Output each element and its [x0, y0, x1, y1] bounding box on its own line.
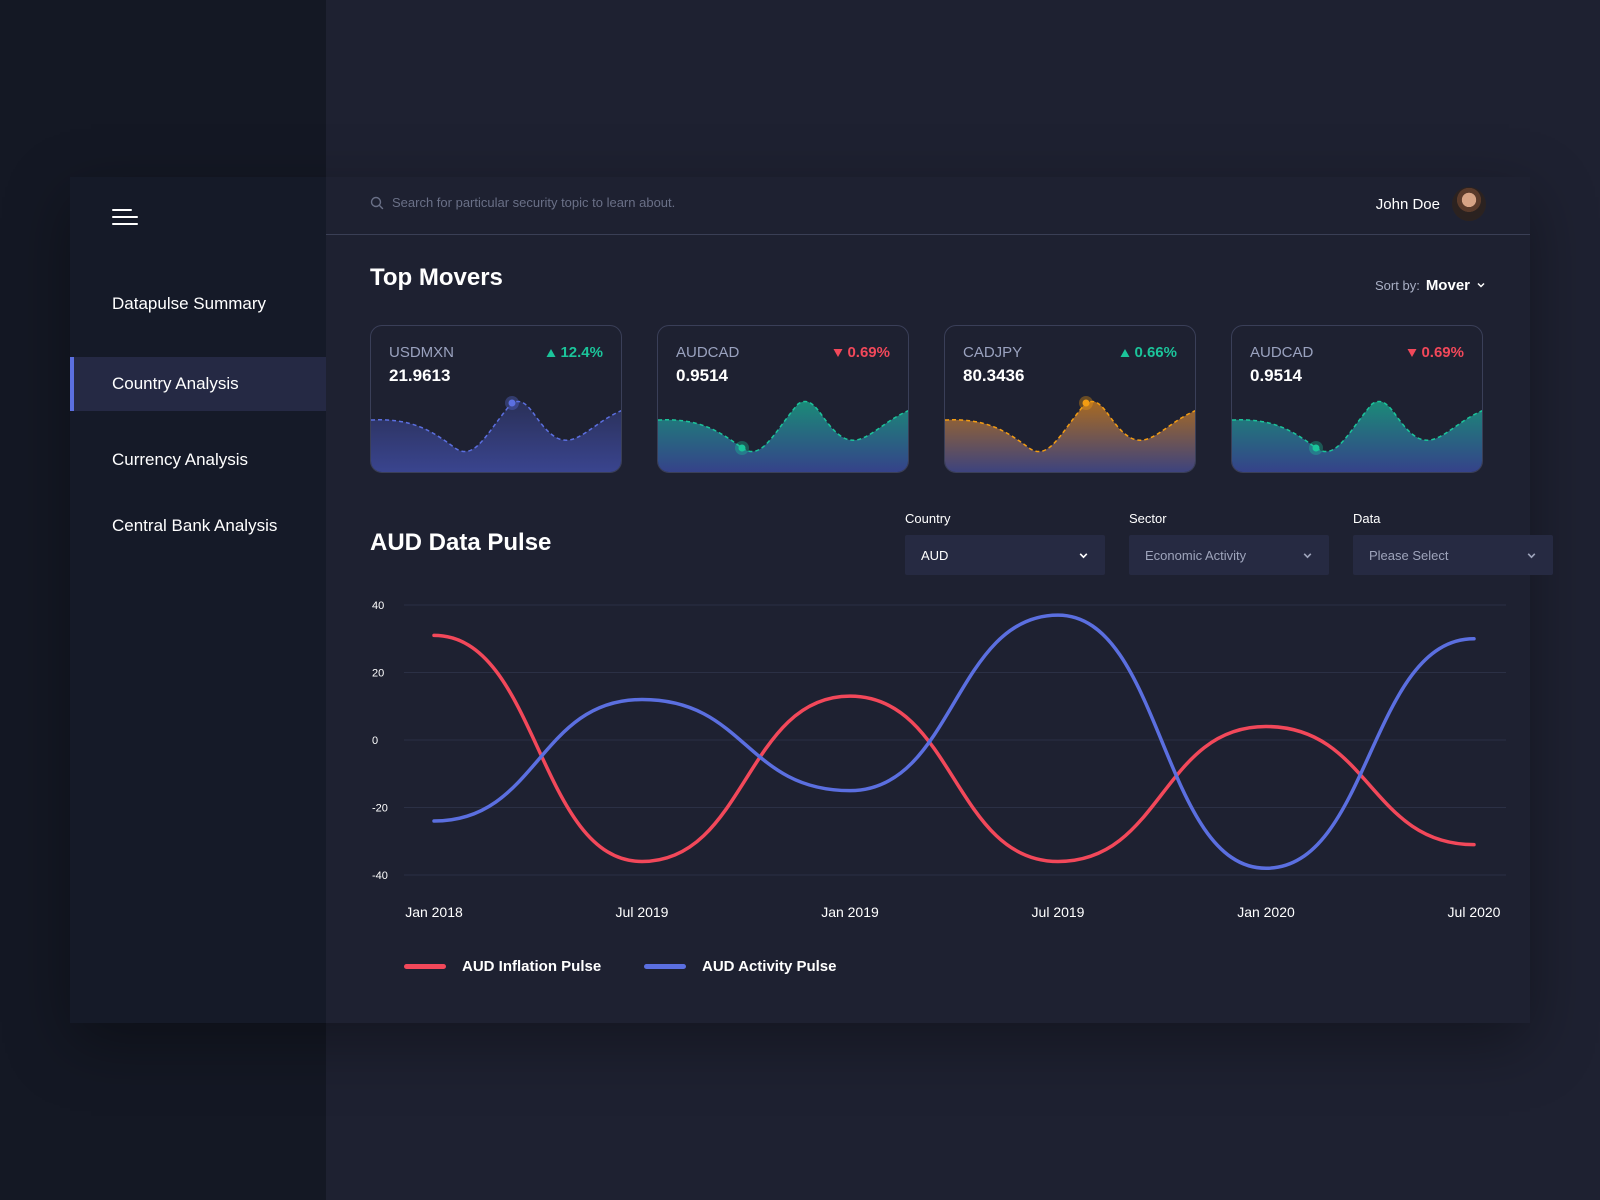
- chevron-down-icon: [1303, 552, 1312, 558]
- app-window: Datapulse Summary Country Analysis Curre…: [70, 177, 1553, 1023]
- data-select[interactable]: Please Select: [1353, 535, 1553, 575]
- x-tick-label: Jul 2020: [1448, 904, 1501, 920]
- sparkline-chart: [1232, 400, 1482, 472]
- arrow-up-icon: [546, 348, 556, 357]
- country-filter: Country AUD: [905, 511, 1105, 575]
- pulse-line-chart: 40 20 0 -20 -40 Jan 2018 Jul 2019 Jan 2019 Jul 2…: [372, 600, 1506, 920]
- currency-price: 21.9613: [389, 366, 451, 385]
- y-tick-label: -40: [372, 870, 388, 882]
- currency-pair: AUDCAD: [1250, 344, 1314, 361]
- legend-swatch: [404, 964, 446, 969]
- sparkline-chart: [945, 396, 1195, 472]
- y-tick-label: -20: [372, 803, 388, 815]
- top-movers-title: Top Movers: [370, 264, 503, 291]
- data-filter: Data Please Select: [1353, 511, 1553, 575]
- arrow-down-icon: [1407, 348, 1417, 357]
- x-tick-label: Jan 2018: [405, 904, 463, 920]
- currency-pair: USDMXN: [389, 344, 455, 361]
- sector-filter: Sector Economic Activity: [1129, 511, 1329, 575]
- main-content: John Doe Top Movers Sort by: Mover USDMX…: [326, 177, 1553, 1023]
- filter-label: Country: [905, 511, 951, 526]
- country-select[interactable]: AUD: [905, 535, 1105, 575]
- sidebar-item-label: Currency Analysis: [112, 450, 249, 469]
- legend-label: AUD Activity Pulse: [702, 958, 837, 975]
- x-tick-label: Jul 2019: [1032, 904, 1085, 920]
- mover-card[interactable]: AUDCAD 0.9514 0.69%: [1231, 325, 1483, 473]
- hamburger-menu-icon[interactable]: [112, 205, 138, 229]
- legend-item-inflation[interactable]: AUD Inflation Pulse: [404, 958, 601, 975]
- legend-label: AUD Inflation Pulse: [462, 958, 602, 975]
- change-value: 12.4%: [560, 344, 603, 361]
- sidebar-item-country-analysis[interactable]: Country Analysis: [70, 357, 326, 411]
- sidebar-item-label: Central Bank Analysis: [112, 516, 278, 535]
- sidebar-item-central-bank-analysis[interactable]: Central Bank Analysis: [70, 499, 326, 553]
- chevron-down-icon: [1079, 552, 1088, 558]
- change-badge: 0.66%: [1120, 344, 1177, 361]
- sidebar: Datapulse Summary Country Analysis Curre…: [70, 177, 326, 1023]
- x-tick-label: Jan 2019: [821, 904, 879, 920]
- sidebar-item-label: Country Analysis: [112, 374, 239, 393]
- x-tick-label: Jul 2019: [616, 904, 669, 920]
- sidebar-item-datapulse-summary[interactable]: Datapulse Summary: [70, 277, 326, 331]
- currency-price: 0.9514: [1250, 366, 1302, 385]
- change-value: 0.69%: [847, 344, 890, 361]
- sector-select[interactable]: Economic Activity: [1129, 535, 1329, 575]
- x-tick-label: Jan 2020: [1237, 904, 1295, 920]
- mover-card[interactable]: USDMXN 21.9613 12.4%: [370, 325, 622, 473]
- currency-price: 80.3436: [963, 366, 1025, 385]
- y-tick-label: 0: [372, 735, 378, 747]
- user-menu[interactable]: John Doe: [1376, 187, 1486, 221]
- mover-card[interactable]: AUDCAD 0.9514 0.69%: [657, 325, 909, 473]
- y-tick-label: 20: [372, 668, 384, 680]
- sort-dropdown[interactable]: Sort by: Mover: [1375, 277, 1486, 294]
- arrow-up-icon: [1120, 348, 1130, 357]
- currency-price: 0.9514: [676, 366, 728, 385]
- change-badge: 0.69%: [1407, 344, 1464, 361]
- y-tick-label: 40: [372, 600, 384, 612]
- sparkline-chart: [371, 396, 621, 472]
- filter-label: Data: [1353, 511, 1381, 526]
- change-badge: 12.4%: [546, 344, 603, 361]
- currency-pair: AUDCAD: [676, 344, 740, 361]
- sidebar-item-currency-analysis[interactable]: Currency Analysis: [70, 433, 326, 487]
- sort-value: Mover: [1425, 277, 1470, 294]
- select-value: AUD: [921, 547, 949, 563]
- arrow-down-icon: [833, 348, 843, 357]
- select-value: Please Select: [1369, 547, 1449, 563]
- search-icon: [370, 196, 384, 209]
- change-badge: 0.69%: [833, 344, 890, 361]
- chevron-down-icon: [1527, 552, 1536, 558]
- sort-label: Sort by:: [1375, 278, 1420, 293]
- sidebar-item-label: Datapulse Summary: [112, 294, 267, 313]
- series-line-1[interactable]: [432, 613, 1476, 871]
- search-bar: [370, 195, 812, 210]
- sparkline-chart: [658, 400, 908, 472]
- select-value: Economic Activity: [1145, 547, 1247, 563]
- mover-card[interactable]: CADJPY 80.3436 0.66%: [944, 325, 1196, 473]
- user-name: John Doe: [1375, 195, 1440, 213]
- top-bar: John Doe: [326, 177, 1530, 235]
- chevron-down-icon: [1477, 282, 1485, 288]
- avatar[interactable]: [1452, 187, 1486, 221]
- filter-label: Sector: [1129, 511, 1167, 526]
- change-value: 0.66%: [1134, 344, 1177, 361]
- legend-swatch: [644, 964, 686, 969]
- search-input[interactable]: [392, 195, 812, 210]
- currency-pair: CADJPY: [963, 344, 1023, 361]
- change-value: 0.69%: [1421, 344, 1464, 361]
- series-line-0[interactable]: [432, 633, 1476, 864]
- legend-item-activity[interactable]: AUD Activity Pulse: [644, 958, 836, 975]
- pulse-title: AUD Data Pulse: [370, 529, 552, 556]
